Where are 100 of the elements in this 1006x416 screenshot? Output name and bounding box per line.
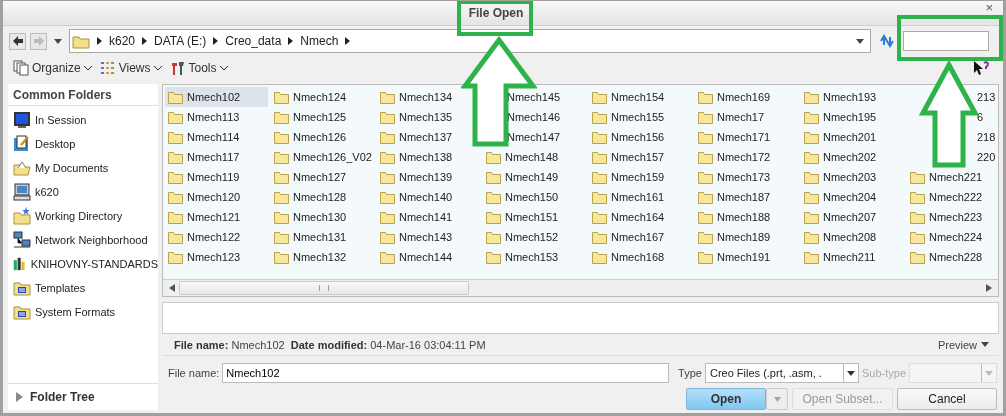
folder-item[interactable]: Nmech140 — [377, 187, 480, 207]
folder-item[interactable]: Nmech202 — [801, 147, 904, 167]
folder-item[interactable]: Nmech156 — [589, 127, 692, 147]
history-caret-icon[interactable] — [54, 38, 62, 44]
folder-item[interactable]: Nmech208 — [801, 227, 904, 247]
folder-item[interactable]: Nmech153 — [483, 247, 586, 267]
folder-item[interactable]: Nmech147 — [507, 127, 586, 147]
folder-item[interactable]: Nmech145 — [507, 87, 586, 107]
horizontal-scrollbar[interactable] — [163, 279, 998, 297]
folder-item[interactable]: Nmech155 — [589, 107, 692, 127]
folder-item[interactable]: Nmech204 — [801, 187, 904, 207]
folder-item[interactable]: Nmech122 — [165, 227, 268, 247]
folder-item[interactable]: Nmech171 — [695, 127, 798, 147]
toolbar-organize-button[interactable]: Organize — [11, 60, 94, 76]
folder-item[interactable]: Nmech138 — [377, 147, 480, 167]
breadcrumb-arrow-icon[interactable] — [288, 37, 294, 45]
folder-item[interactable]: Nmech144 — [377, 247, 480, 267]
folder-item[interactable]: Nmech167 — [589, 227, 692, 247]
toolbar-tools-button[interactable]: Tools — [167, 60, 230, 76]
scroll-left-icon[interactable] — [169, 284, 175, 293]
folder-item[interactable]: Nmech139 — [377, 167, 480, 187]
folder-item[interactable]: Nmech172 — [695, 147, 798, 167]
folder-item[interactable]: Nmech187 — [695, 187, 798, 207]
folder-item[interactable]: Nmech132 — [271, 247, 374, 267]
folder-item[interactable]: Nmech150 — [483, 187, 586, 207]
folder-item[interactable]: Nmech201 — [801, 127, 904, 147]
sidebar-item[interactable]: Network Neighborhood — [8, 228, 158, 252]
address-bar[interactable]: k620 DATA (E:) Creo_data Nmech — [69, 29, 871, 53]
sidebar-item[interactable]: KNIHOVNY-STANDARDS — [8, 252, 158, 276]
folder-item[interactable]: Nmech137 — [377, 127, 480, 147]
breadcrumb-arrow-icon[interactable] — [345, 37, 351, 45]
folder-item[interactable]: Nmech120 — [165, 187, 268, 207]
sidebar-item[interactable]: System Formats — [8, 300, 158, 324]
breadcrumb[interactable]: DATA (E:) — [154, 34, 207, 48]
folder-item[interactable]: Nmech146 — [507, 107, 586, 127]
folder-tree-toggle[interactable]: Folder Tree — [8, 383, 158, 410]
folder-item[interactable]: Nmech228 — [907, 247, 998, 267]
sidebar-item[interactable]: My Documents — [8, 156, 158, 180]
folder-item[interactable]: 218 — [977, 127, 998, 147]
folder-item[interactable]: Nmech127 — [271, 167, 374, 187]
folder-item[interactable]: Nmech195 — [801, 107, 904, 127]
toolbar-views-button[interactable]: Views — [97, 60, 164, 76]
folder-item[interactable]: Nmech168 — [589, 247, 692, 267]
folder-item[interactable]: Nmech131 — [271, 227, 374, 247]
breadcrumb-arrow-icon[interactable] — [97, 37, 102, 45]
back-button[interactable] — [9, 32, 26, 50]
folder-item[interactable]: Nmech152 — [483, 227, 586, 247]
folder-item[interactable]: Nmech161 — [589, 187, 692, 207]
cancel-button[interactable]: Cancel — [897, 388, 997, 410]
folder-item[interactable]: Nmech17 — [695, 107, 798, 127]
folder-item[interactable]: Nmech143 — [377, 227, 480, 247]
breadcrumb-arrow-icon[interactable] — [213, 37, 219, 45]
folder-item[interactable]: Nmech222 — [907, 187, 998, 207]
folder-item[interactable]: Nmech224 — [907, 227, 998, 247]
folder-item[interactable]: Nmech125 — [271, 107, 374, 127]
folder-item[interactable]: Nmech141 — [377, 207, 480, 227]
folder-item[interactable]: 6 — [977, 107, 998, 127]
sidebar-item[interactable]: Templates — [8, 276, 158, 300]
folder-item[interactable]: Nmech135 — [377, 107, 480, 127]
help-cursor-icon[interactable] — [973, 60, 989, 76]
sidebar-item[interactable]: k620 — [8, 180, 158, 204]
folder-item[interactable]: 220 — [977, 147, 998, 167]
file-name-field[interactable]: Nmech102 — [222, 363, 670, 384]
breadcrumb[interactable]: Creo_data — [225, 34, 282, 48]
folder-item[interactable]: Nmech203 — [801, 167, 904, 187]
folder-item[interactable]: Nmech123 — [165, 247, 268, 267]
folder-item[interactable]: Nmech173 — [695, 167, 798, 187]
sidebar-item[interactable]: In Session — [8, 108, 158, 132]
breadcrumb-arrow-icon[interactable] — [142, 37, 148, 45]
folder-item[interactable]: Nmech130 — [271, 207, 374, 227]
breadcrumb[interactable]: Nmech — [300, 34, 339, 48]
folder-item[interactable]: Nmech169 — [695, 87, 798, 107]
folder-item[interactable]: Nmech154 — [589, 87, 692, 107]
folder-item[interactable]: Nmech221 — [907, 167, 998, 187]
close-button[interactable]: × — [983, 1, 995, 14]
sidebar-item[interactable]: Working Directory — [8, 204, 158, 228]
open-button[interactable]: Open — [686, 388, 766, 410]
folder-item[interactable]: Nmech191 — [695, 247, 798, 267]
sidebar-item[interactable]: Desktop — [8, 132, 158, 156]
type-dropdown[interactable]: Creo Files (.prt, .asm, . — [704, 363, 859, 384]
folder-item[interactable]: Nmech159 — [589, 167, 692, 187]
folder-item[interactable]: Nmech134 — [377, 87, 480, 107]
folder-item[interactable]: 213 — [977, 87, 998, 107]
preview-toggle[interactable]: Preview — [931, 337, 995, 352]
folder-item[interactable]: Nmech189 — [695, 227, 798, 247]
folder-item[interactable]: Nmech102 — [165, 87, 268, 107]
folder-item[interactable]: Nmech114 — [165, 127, 268, 147]
folder-item[interactable]: Nmech117 — [165, 147, 268, 167]
scroll-right-icon[interactable] — [986, 284, 992, 293]
folder-item[interactable]: Nmech151 — [483, 207, 586, 227]
folder-item[interactable]: Nmech164 — [589, 207, 692, 227]
folder-item[interactable]: Nmech207 — [801, 207, 904, 227]
folder-item[interactable]: Nmech119 — [165, 167, 268, 187]
folder-item[interactable]: Nmech211 — [801, 247, 904, 267]
folder-item[interactable]: Nmech148 — [483, 147, 586, 167]
folder-item[interactable]: Nmech128 — [271, 187, 374, 207]
search-field[interactable] — [903, 31, 989, 51]
refresh-icon[interactable] — [879, 34, 895, 48]
folder-item[interactable]: Nmech188 — [695, 207, 798, 227]
folder-item[interactable]: Nmech149 — [483, 167, 586, 187]
